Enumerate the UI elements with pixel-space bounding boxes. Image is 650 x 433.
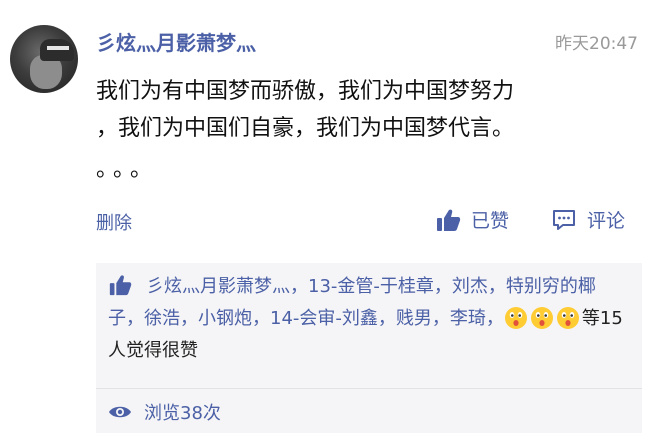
comment-label: 评论 [587, 210, 626, 232]
avatar-cap-print [47, 46, 69, 50]
liked-button[interactable]: 已赞 [435, 206, 509, 233]
surprised-emoji-icon [556, 307, 579, 329]
post-content: 我们为有中国梦而骄傲，我们为中国梦努力 ，我们为中国们自豪，我们为中国梦代言。 … [96, 73, 642, 188]
liker-name[interactable]: 小钢炮 [198, 308, 252, 329]
liker-name[interactable]: 刘杰 [452, 276, 488, 297]
separator: ， [252, 308, 270, 329]
liker-name[interactable]: 贱男 [396, 308, 432, 329]
liker-name[interactable]: 徐浩 [144, 308, 180, 329]
avatar[interactable] [10, 25, 78, 93]
likes-panel: 彡炫灬月影萧梦灬，13-金管-于桂章，刘杰，特别穷的椰子，徐浩，小钢炮，14-会… [96, 263, 642, 433]
comment-icon [553, 209, 575, 230]
liker-name[interactable]: 13-金管-于桂章 [308, 276, 434, 297]
likes-list: 彡炫灬月影萧梦灬，13-金管-于桂章，刘杰，特别穷的椰子，徐浩，小钢炮，14-会… [108, 271, 628, 367]
view-count: 浏览38次 [108, 399, 221, 425]
liked-label: 已赞 [471, 210, 510, 232]
separator: ， [485, 308, 504, 329]
liker-name[interactable]: 李琦 [450, 308, 486, 329]
thumbs-up-icon [437, 209, 461, 231]
view-count-label: 浏览38次 [144, 403, 221, 424]
liker-name[interactable]: 14-会审-刘鑫 [270, 308, 378, 329]
comment-button[interactable]: 评论 [551, 206, 625, 233]
thumbs-up-icon [109, 275, 132, 296]
surprised-emoji-icon [504, 307, 527, 329]
liker-name[interactable]: 彡炫灬月影萧梦灬 [146, 276, 290, 297]
delete-button[interactable]: 删除 [96, 209, 132, 235]
separator: ， [290, 276, 308, 297]
divider [96, 388, 642, 389]
separator: ， [180, 308, 198, 329]
username[interactable]: 彡炫灬月影萧梦灬 [96, 27, 256, 56]
avatar-cap [40, 39, 74, 61]
separator: ， [377, 308, 396, 329]
eye-icon [109, 406, 131, 418]
separator: ， [433, 276, 452, 297]
post-content-line: ，我们为中国们自豪，我们为中国梦代言。 [96, 116, 515, 141]
surprised-emoji-icon [530, 307, 553, 329]
timestamp: 昨天20:47 [555, 34, 638, 54]
post-content-line: 我们为有中国梦而骄傲，我们为中国梦努力 [96, 79, 515, 104]
separator: ， [487, 276, 506, 297]
separator: ， [431, 308, 450, 329]
separator: ， [126, 308, 144, 329]
post-content-line: 。。。 [96, 157, 159, 182]
